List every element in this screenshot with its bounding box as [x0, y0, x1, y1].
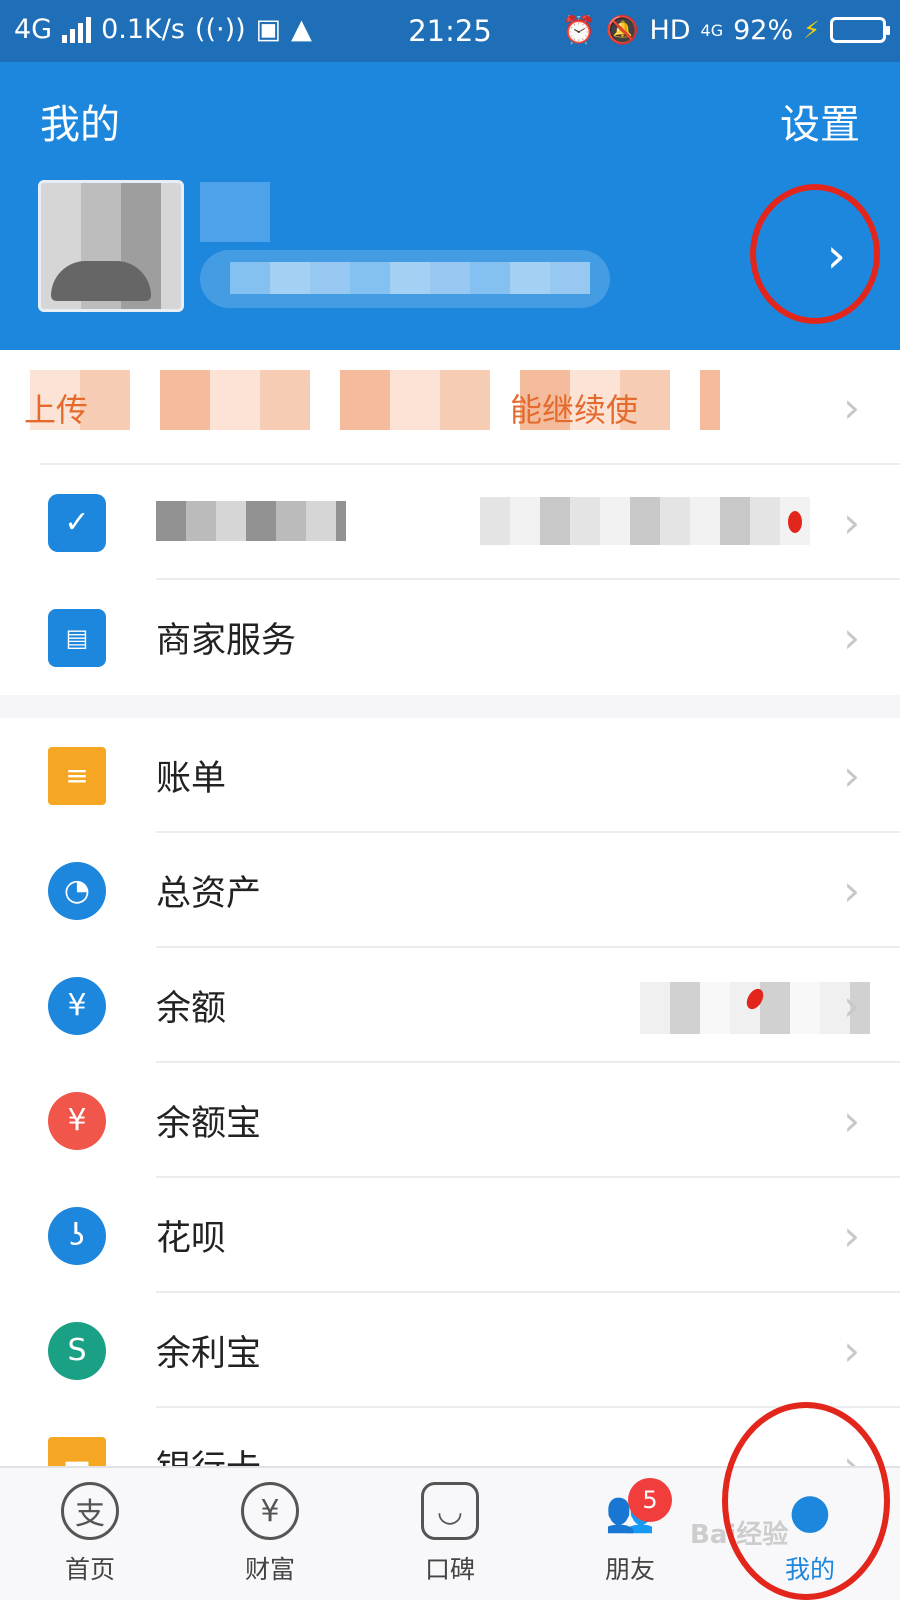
promo-label-right: 能继续使 — [510, 390, 639, 429]
battery-icon — [830, 17, 890, 43]
shop-icon: ▤ — [48, 608, 106, 667]
chevron-right-icon: › — [843, 866, 860, 915]
chevron-right-icon: › — [843, 751, 860, 800]
page-title: 我的 — [40, 102, 120, 148]
tab-koubei[interactable]: ◡ 口碑 — [390, 1482, 510, 1586]
tab-label: 朋友 — [604, 1555, 655, 1584]
money-bag-icon: ¥ — [48, 1091, 106, 1150]
koubei-icon: ◡ — [421, 1482, 479, 1540]
tab-label: 财富 — [244, 1555, 295, 1584]
chevron-right-icon: › — [843, 613, 860, 662]
annotation-circle — [722, 1402, 890, 1600]
list-item-label: 账单 — [156, 759, 227, 799]
account-blurred — [230, 262, 590, 294]
bill-icon: ≡ — [48, 746, 106, 805]
member-row[interactable]: ✓ › — [0, 465, 900, 580]
chevron-right-icon: › — [843, 1211, 860, 1260]
chevron-right-icon: › — [843, 1326, 860, 1375]
list-item-yuebao[interactable]: ¥ 余额宝 › — [0, 1063, 900, 1178]
tab-home[interactable]: 支 首页 — [30, 1482, 150, 1586]
list-item-label: 余额宝 — [156, 1104, 262, 1144]
tab-label: 首页 — [64, 1555, 115, 1584]
hd-network: 4G — [700, 20, 724, 40]
list-item-label: 总资产 — [156, 874, 262, 914]
chevron-right-icon: › — [843, 383, 860, 432]
username-blurred — [200, 182, 270, 242]
promo-label: 上传 — [24, 390, 89, 429]
charging-icon: ⚡ — [803, 16, 820, 44]
chevron-right-icon: › — [843, 498, 860, 547]
chevron-right-icon: › — [843, 981, 860, 1030]
notification-badge: 5 — [628, 1478, 672, 1522]
tab-wealth[interactable]: ¥ 财富 — [210, 1482, 330, 1586]
member-label-blurred — [156, 501, 346, 541]
promo-row[interactable]: 上传 能继续使 › — [0, 350, 900, 465]
list-group-1: 上传 能继续使 › ✓ › ▤ 商家服务 › — [0, 350, 900, 695]
list-item-merchant[interactable]: ▤ 商家服务 › — [0, 580, 900, 695]
list-item-label: 花呗 — [156, 1219, 227, 1259]
yuan-icon: ¥ — [48, 976, 106, 1035]
profile-header: 我的 设置 › — [0, 62, 900, 350]
battery-percent: 92% — [733, 14, 794, 46]
annotation-circle — [750, 184, 880, 324]
avatar[interactable] — [38, 180, 184, 312]
member-detail-blurred — [480, 497, 810, 545]
chevron-right-icon: › — [843, 1096, 860, 1145]
pie-chart-icon: ◔ — [48, 861, 106, 920]
list-item-label: 余利宝 — [156, 1334, 262, 1374]
list-item-total-assets[interactable]: ◔ 总资产 › — [0, 833, 900, 948]
wealth-icon: ¥ — [241, 1482, 299, 1540]
tab-friends[interactable]: 👥 5 朋友 — [570, 1478, 690, 1586]
list-item-bill[interactable]: ≡ 账单 › — [0, 718, 900, 833]
list-item-balance[interactable]: ¥ 余额 › — [0, 948, 900, 1063]
settings-button[interactable]: 设置 — [780, 92, 860, 150]
list-group-2: ≡ 账单 › ◔ 总资产 › ¥ 余额 › ¥ 余额宝 › ʖ 花呗 › S 余… — [0, 718, 900, 1523]
list-item-huabei[interactable]: ʖ 花呗 › — [0, 1178, 900, 1293]
home-icon: 支 — [61, 1482, 119, 1540]
red-dot — [788, 511, 802, 533]
hd-indicator: HD — [649, 14, 691, 46]
account-pill[interactable] — [200, 250, 610, 308]
alarm-icon: ⏰ — [562, 15, 596, 46]
member-icon: ✓ — [48, 493, 106, 552]
yulibao-icon: S — [48, 1321, 106, 1380]
list-item-yulibao[interactable]: S 余利宝 › — [0, 1293, 900, 1408]
mute-icon: 🔕 — [605, 15, 640, 46]
status-bar: 4G 0.1K/s ((·)) ▣ ▲ 21:25 ⏰ 🔕 HD 4G 92% … — [0, 0, 900, 62]
list-item-label: 余额 — [156, 989, 227, 1029]
tab-label: 口碑 — [424, 1555, 475, 1584]
list-item-label: 商家服务 — [156, 621, 297, 661]
huabei-icon: ʖ — [48, 1206, 106, 1265]
